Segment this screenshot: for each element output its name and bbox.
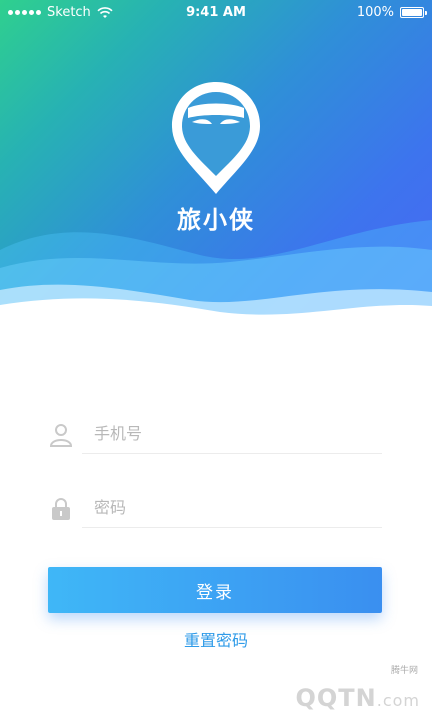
lock-icon xyxy=(52,498,70,520)
phone-input[interactable] xyxy=(82,414,394,452)
watermark-chinese: 腾牛网 xyxy=(390,666,418,676)
watermark-brand-text: QQTN xyxy=(295,684,377,712)
battery-icon xyxy=(400,7,427,18)
status-bar: Sketch 9:41 AM 100% xyxy=(0,0,432,26)
phone-input-wrap xyxy=(82,414,394,454)
watermark-domain: .com xyxy=(376,691,420,710)
app-name: 旅小侠 xyxy=(177,206,255,234)
status-right: 100% xyxy=(356,5,427,20)
password-field xyxy=(48,488,394,528)
header-banner: Sketch 9:41 AM 100% 旅小侠 xyxy=(0,0,432,330)
login-button[interactable]: 登录 xyxy=(48,567,382,613)
masked-hero-pin-icon xyxy=(172,82,260,194)
watermark-brand: QQTN.com xyxy=(295,684,420,712)
password-input[interactable] xyxy=(82,488,394,526)
password-input-wrap xyxy=(82,488,394,528)
reset-password-link[interactable]: 重置密码 xyxy=(0,627,432,651)
battery-percent: 100% xyxy=(356,5,394,20)
phone-field xyxy=(48,414,394,454)
user-icon xyxy=(49,424,73,447)
watermark: 腾牛网 QQTN.com xyxy=(238,662,428,718)
